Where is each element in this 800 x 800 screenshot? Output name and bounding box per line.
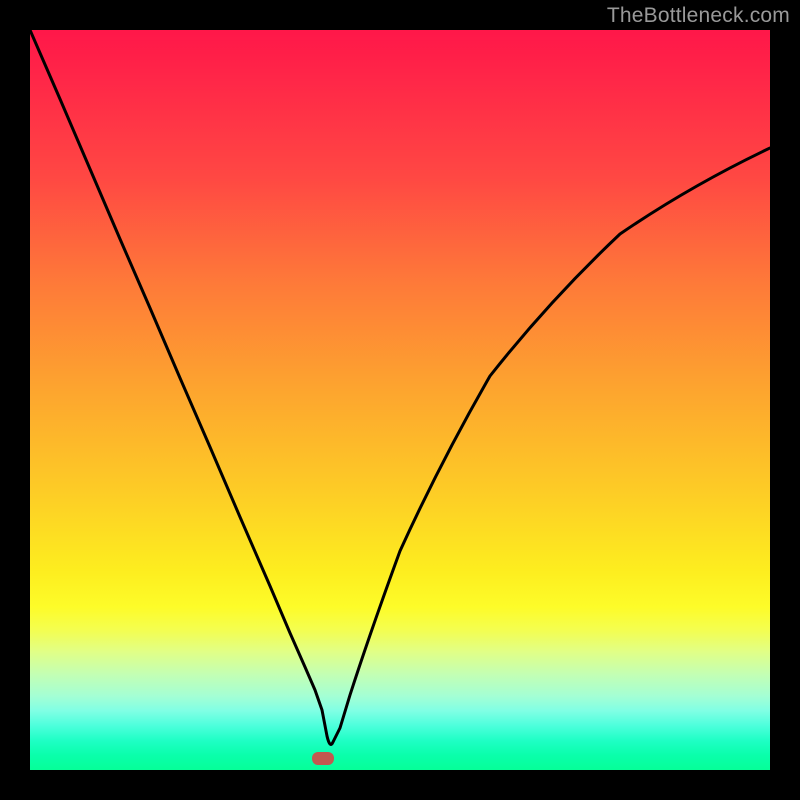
watermark-text: TheBottleneck.com: [607, 4, 790, 28]
bottleneck-curve-path: [30, 30, 770, 744]
optimal-point-marker: [312, 752, 334, 765]
chart-plot-area: [30, 30, 770, 770]
curve-svg: [30, 30, 770, 770]
